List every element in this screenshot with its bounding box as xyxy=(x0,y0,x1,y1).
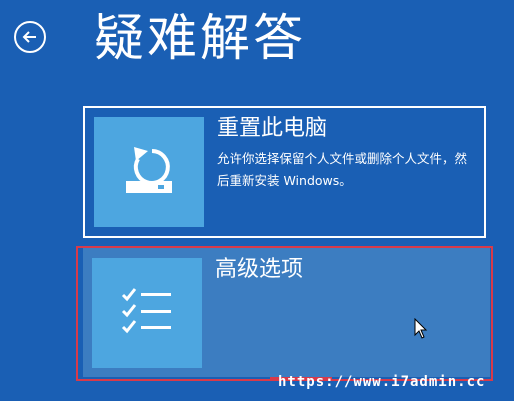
reset-pc-label: 重置此电脑 xyxy=(217,116,328,141)
back-button[interactable] xyxy=(14,21,46,53)
back-arrow-icon xyxy=(22,31,36,43)
reset-pc-description: 允许你选择保留个人文件或删除个人文件，然后重新安装 Windows。 xyxy=(217,151,468,188)
page-title: 疑难解答 xyxy=(94,9,306,67)
watermark: https://www.i7admin.cc xyxy=(278,374,486,390)
checklist-icon xyxy=(92,258,202,368)
advanced-options-label: 高级选项 xyxy=(215,257,304,282)
advanced-options-option[interactable]: 高级选项 xyxy=(83,247,490,377)
mouse-cursor-icon xyxy=(414,318,428,339)
reset-pc-icon xyxy=(94,117,204,227)
reset-pc-option[interactable]: 重置此电脑 允许你选择保留个人文件或删除个人文件，然后重新安装 Windows。 xyxy=(83,106,486,238)
